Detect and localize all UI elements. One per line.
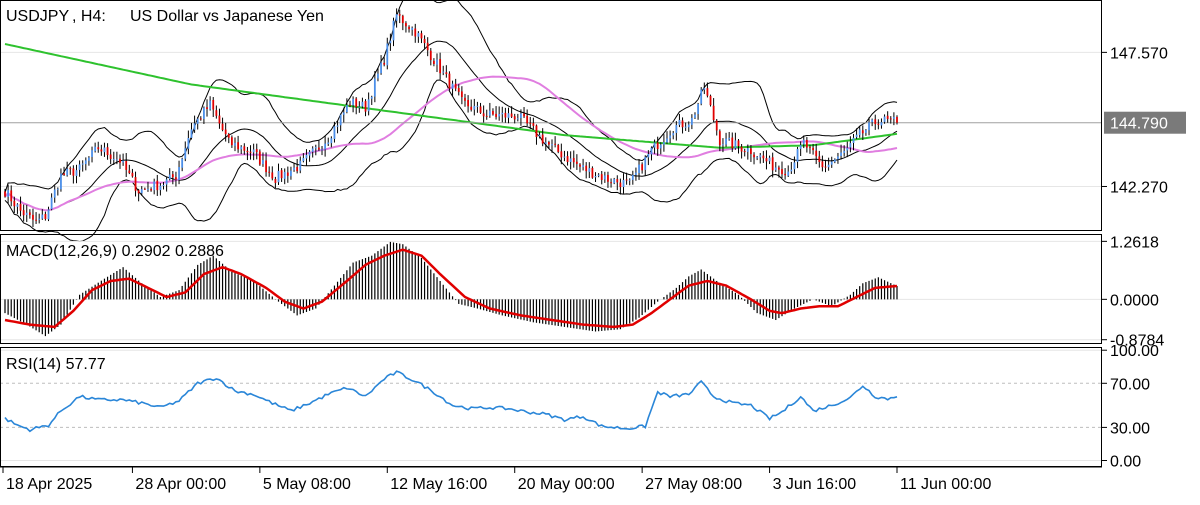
current-price-badge: 144.790 — [1104, 111, 1186, 134]
time-tick-label: 5 May 08:00 — [263, 476, 351, 493]
chart-timeframe-label: , H4: — [72, 8, 106, 25]
time-tick-label: 28 Apr 00:00 — [135, 476, 226, 493]
current-price-label: 144.790 — [1110, 116, 1168, 133]
rsi-tick-label: 30.00 — [1110, 420, 1150, 437]
macd-tick-label: 1.2618 — [1110, 234, 1159, 251]
candle — [591, 166, 594, 179]
candle — [557, 143, 560, 154]
rsi-title: RSI(14) 57.77 — [6, 356, 106, 373]
macd-title: MACD(12,26,9) 0.2902 0.2886 — [6, 243, 224, 260]
time-tick-label: 12 May 16:00 — [390, 476, 487, 493]
trading-chart[interactable]: USDJPY , H4: US Dollar vs Japanese Yen 1… — [0, 0, 1200, 500]
chart-description: US Dollar vs Japanese Yen — [130, 8, 324, 25]
chart-symbol: USDJPY — [6, 8, 69, 25]
time-tick-label: 20 May 00:00 — [518, 476, 615, 493]
candle — [448, 71, 451, 91]
rsi-tick-label: 100.00 — [1110, 343, 1159, 360]
candle — [700, 87, 703, 106]
price-tick-label: 147.570 — [1110, 45, 1168, 62]
rsi-tick-label: 70.00 — [1110, 376, 1150, 393]
time-tick-label: 3 Jun 16:00 — [773, 476, 857, 493]
time-tick-label: 27 May 08:00 — [645, 476, 742, 493]
candle — [258, 149, 261, 166]
time-tick-label: 18 Apr 2025 — [6, 476, 92, 493]
price-tick-label: 142.270 — [1110, 179, 1168, 196]
time-tick-label: 11 Jun 00:00 — [900, 476, 991, 493]
rsi-tick-label: 0.00 — [1110, 453, 1141, 470]
macd-tick-label: 0.0000 — [1110, 292, 1159, 309]
candle — [709, 94, 712, 107]
